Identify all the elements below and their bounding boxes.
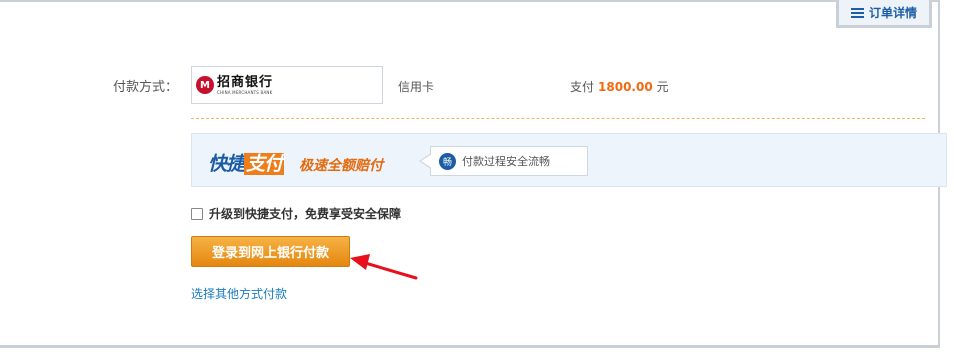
payment-amount: 支付 1800.00 元 [570,78,669,95]
order-details-label: 订单详情 [868,6,917,20]
pointer-arrow-icon [350,254,418,280]
amount-unit: 元 [656,80,669,94]
bank-name-en: CHINA MERCHANTS BANK [217,89,273,95]
quick-pay-brand: 快捷 支付 [208,149,285,176]
order-details-tab[interactable]: 订单详情 [836,0,932,28]
amount-value: 1800.00 [598,80,653,94]
bank-name: 招商银行 CHINA MERCHANTS BANK [217,76,273,95]
upgrade-option[interactable]: 升级到快捷支付，免费享受安全保障 [191,205,401,222]
banner-slogan: 极速全额赔付 [299,158,383,174]
other-payment-link[interactable]: 选择其他方式付款 [191,285,287,302]
amount-prefix: 支付 [570,80,595,94]
login-bank-button[interactable]: 登录到网上银行付款 [191,236,350,267]
list-icon [850,7,864,18]
divider [191,118,925,119]
bank-selector[interactable]: M 招商银行 CHINA MERCHANTS BANK [191,66,383,104]
bank-name-cn: 招商银行 [217,74,274,90]
banner-note-text: 付款过程安全流畅 [462,155,550,168]
bank-logo-icon: M [196,76,214,94]
card-type: 信用卡 [398,80,435,94]
brand-part2: 支付 [244,153,285,175]
brand-part1: 快捷 [208,153,245,175]
upgrade-checkbox[interactable] [191,207,203,220]
quick-pay-banner: 快捷 支付 极速全额赔付 畅 付款过程安全流畅 [191,133,947,187]
smooth-badge-icon: 畅 [439,152,456,170]
payment-method-label: 付款方式： [113,80,179,95]
upgrade-label: 升级到快捷支付，免费享受安全保障 [209,207,402,221]
banner-note: 畅 付款过程安全流畅 [419,146,588,176]
